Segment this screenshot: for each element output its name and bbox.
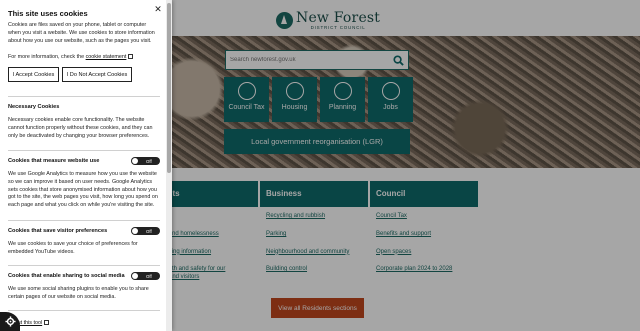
social-cookies-heading: Cookies that enable sharing to social me… xyxy=(8,273,125,279)
necessary-cookies-heading: Necessary Cookies xyxy=(8,104,60,110)
gear-icon xyxy=(4,316,16,327)
toggle-knob xyxy=(132,158,138,164)
more-info-prefix: For more information, check the xyxy=(8,54,85,60)
toggle-knob xyxy=(132,228,138,234)
accept-cookies-button[interactable]: I Accept Cookies xyxy=(8,67,59,82)
cookie-statement-link[interactable]: cookie statement xyxy=(86,54,127,60)
necessary-cookies-text: Necessary cookies enable core functional… xyxy=(8,117,153,139)
toggle-state: Off xyxy=(146,273,152,279)
toggle-knob xyxy=(132,273,138,279)
external-link-icon xyxy=(128,53,134,59)
social-cookies-toggle[interactable]: Off xyxy=(131,272,160,280)
preferences-cookies-heading: Cookies that save visitor preferences xyxy=(8,228,108,234)
preferences-cookies-toggle[interactable]: Off xyxy=(131,227,160,235)
cookie-panel-title: This site uses cookies xyxy=(8,9,88,18)
analytics-cookies-heading: Cookies that measure website use xyxy=(8,158,100,164)
toggle-state: Off xyxy=(146,228,152,234)
divider xyxy=(8,150,160,151)
cookie-intro-text: Cookies are files saved on your phone, t… xyxy=(8,22,155,44)
divider xyxy=(8,96,160,97)
toggle-state: Off xyxy=(146,158,152,164)
social-cookies-text: We use some social sharing plugins to en… xyxy=(8,286,149,300)
about-tool: About this tool xyxy=(8,319,160,328)
divider xyxy=(8,265,160,266)
divider xyxy=(8,220,160,221)
divider xyxy=(8,310,160,311)
cookie-more-info: For more information, check the cookie s… xyxy=(8,53,160,62)
cookie-control-panel: ✕ This site uses cookies Cookies are fil… xyxy=(0,0,172,331)
analytics-cookies-toggle[interactable]: Off xyxy=(131,157,160,165)
external-link-icon xyxy=(44,319,50,325)
preferences-cookies-text: We use cookies to save your choice of pr… xyxy=(8,241,138,255)
cookie-settings-gear-button[interactable] xyxy=(0,312,20,331)
analytics-cookies-text: We use Google Analytics to measure how y… xyxy=(8,171,158,209)
decline-cookies-button[interactable]: I Do Not Accept Cookies xyxy=(62,67,132,82)
close-icon[interactable]: ✕ xyxy=(154,5,162,14)
panel-scrollbar[interactable] xyxy=(166,0,172,331)
scrollbar-thumb[interactable] xyxy=(167,3,171,173)
